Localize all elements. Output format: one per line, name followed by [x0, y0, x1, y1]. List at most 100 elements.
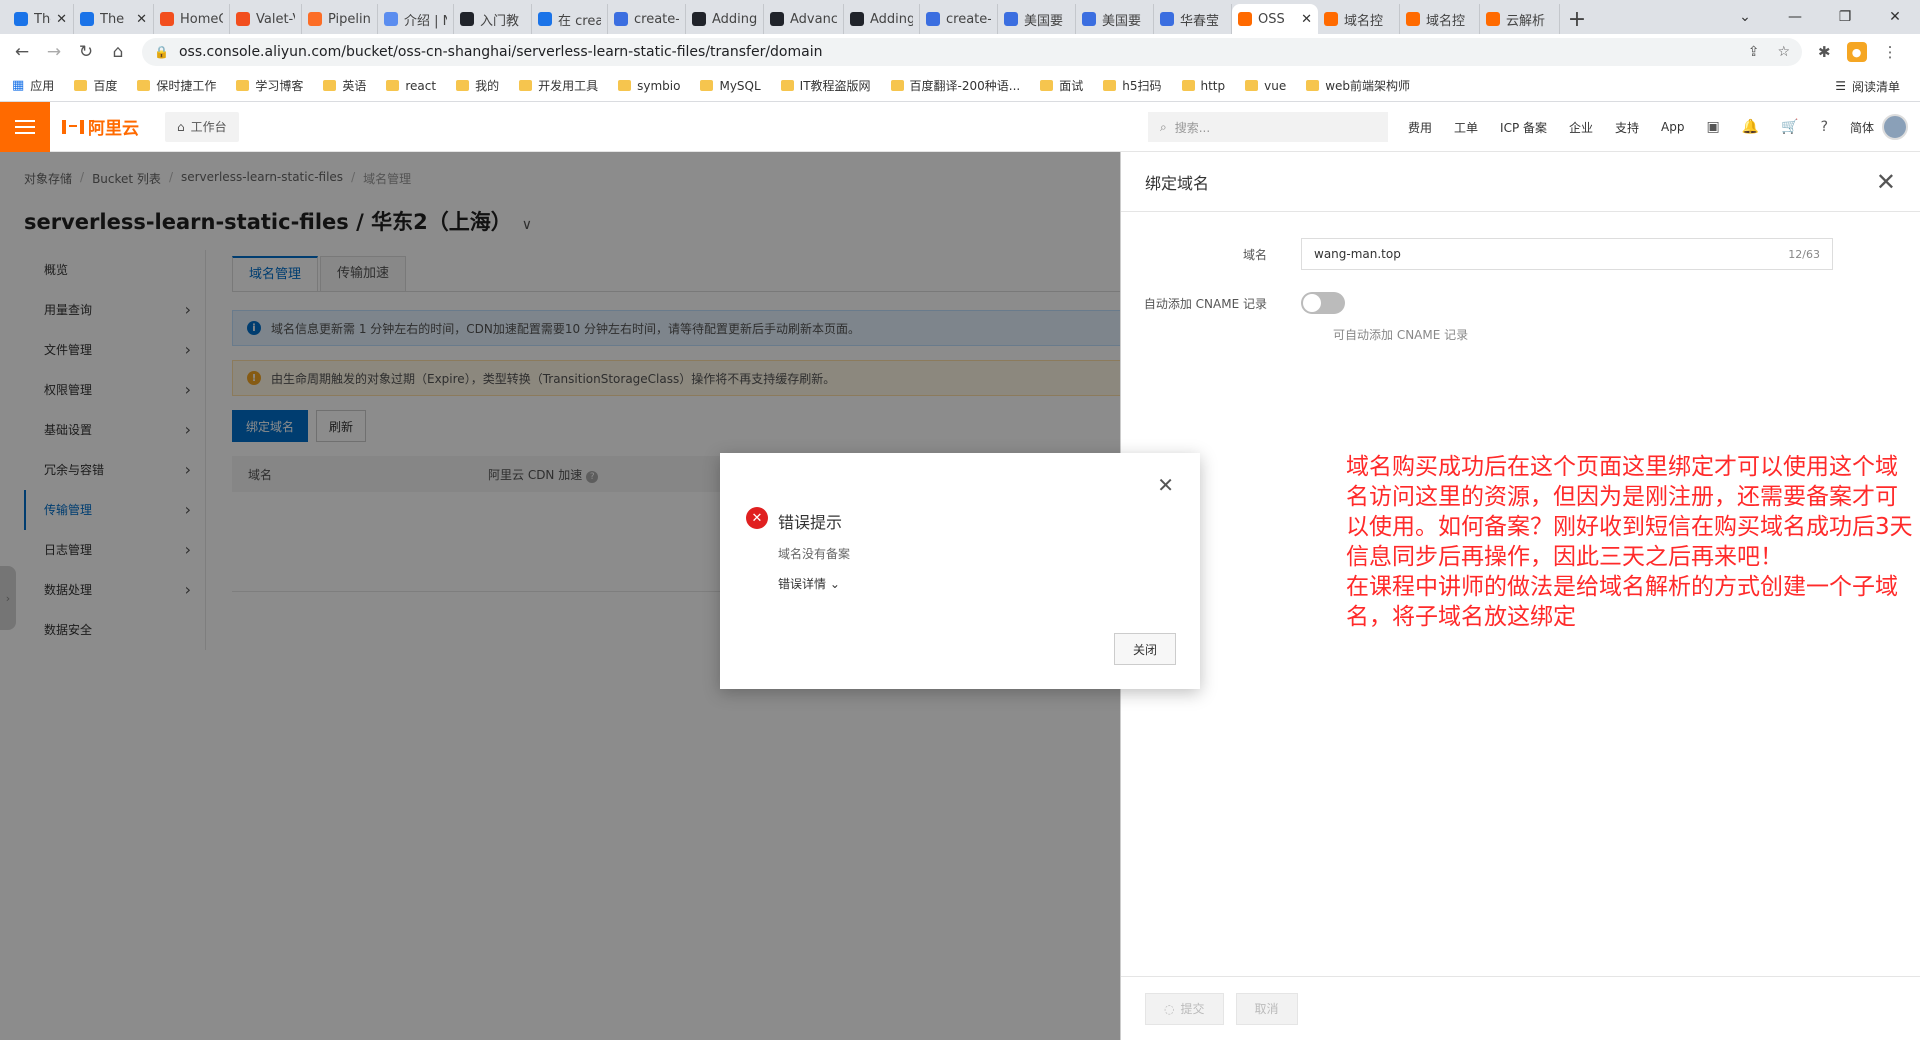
favicon-icon — [14, 12, 28, 26]
bookmark-item[interactable]: 面试 — [1040, 77, 1083, 94]
help-icon[interactable]: ? — [1821, 119, 1828, 135]
browser-tab[interactable]: 在 crea — [532, 4, 608, 34]
error-detail-toggle[interactable]: 错误详情 ⌄ — [778, 575, 840, 592]
browser-tab[interactable]: Adding — [686, 4, 764, 34]
browser-tab[interactable]: 介绍 | N — [378, 4, 454, 34]
terminal-icon[interactable]: ▣ — [1707, 119, 1720, 135]
forward-icon[interactable]: → — [38, 42, 70, 62]
browser-tab[interactable]: 美国要 — [998, 4, 1076, 34]
share-icon[interactable]: ⇪ — [1748, 44, 1760, 60]
browser-tab[interactable]: 华春莹 — [1154, 4, 1232, 34]
reading-list[interactable]: ☰ 阅读清单 — [1835, 70, 1900, 102]
console-topbar: 阿里云 ⌂ 工作台 ⌕ 搜索... 费用 工单 ICP 备案 企业 支持 App ▣… — [0, 101, 1920, 152]
bookmark-item[interactable]: http — [1181, 77, 1225, 94]
top-link-fee[interactable]: 费用 — [1408, 119, 1432, 136]
favicon-icon — [308, 12, 322, 26]
bookmark-item[interactable]: 我的 — [456, 77, 499, 94]
favicon-icon — [1406, 12, 1420, 26]
new-tab-button[interactable]: + — [1560, 4, 1594, 34]
browser-tab[interactable]: Pipelin — [302, 4, 378, 34]
close-window-button[interactable]: ✕ — [1870, 9, 1920, 25]
browser-tab[interactable]: Advanc — [764, 4, 844, 34]
user-avatar[interactable] — [1882, 114, 1908, 140]
bookmark-item[interactable]: web前端架构师 — [1306, 77, 1410, 94]
top-link-enterprise[interactable]: 企业 — [1569, 119, 1593, 136]
bookmark-item[interactable]: 百度翻译-200种语... — [890, 77, 1020, 94]
bookmark-item[interactable]: 百度 — [74, 77, 117, 94]
domain-input[interactable]: wang-man.top 12/63 — [1301, 238, 1833, 270]
language-switch[interactable]: 简体 — [1850, 119, 1874, 136]
tab-title: Adding — [712, 11, 757, 27]
bookmark-item[interactable]: react — [386, 77, 436, 94]
bookmark-apps[interactable]: ▦ 应用 — [12, 77, 54, 94]
favicon-icon — [1486, 12, 1500, 26]
console-search-input[interactable]: ⌕ 搜索... — [1148, 112, 1388, 142]
folder-icon — [323, 80, 337, 91]
minimize-button[interactable]: — — [1770, 9, 1820, 25]
aliyun-logo[interactable]: 阿里云 — [62, 114, 139, 139]
close-tab-icon[interactable]: ✕ — [136, 12, 147, 27]
browser-tab[interactable]: 美国要 — [1076, 4, 1154, 34]
tab-title: 域名控 — [1344, 13, 1384, 29]
url-text[interactable]: oss.console.aliyun.com/bucket/oss-cn-sha… — [179, 44, 1730, 60]
browser-menu-icon[interactable]: ⋮ — [1883, 43, 1898, 61]
bookmark-item[interactable]: 开发用工具 — [519, 77, 598, 94]
dialog-close-button[interactable]: 关闭 — [1113, 633, 1176, 665]
top-link-app[interactable]: App — [1661, 120, 1684, 134]
close-tab-icon[interactable]: ✕ — [1301, 12, 1312, 27]
top-link-icp[interactable]: ICP 备案 — [1500, 119, 1547, 136]
maximize-button[interactable]: ❐ — [1820, 9, 1870, 25]
top-link-support[interactable]: 支持 — [1615, 119, 1639, 136]
back-icon[interactable]: ← — [6, 42, 38, 62]
cart-icon[interactable]: 🛒 — [1781, 119, 1798, 135]
browser-tab[interactable]: Adding — [844, 4, 920, 34]
folder-icon — [1306, 80, 1320, 91]
lock-icon[interactable]: 🔒 — [154, 45, 169, 59]
close-icon[interactable]: ✕ — [1876, 168, 1896, 196]
bookmark-item[interactable]: IT教程盗版网 — [780, 77, 871, 94]
browser-tab[interactable]: OSS ✕ — [1232, 4, 1318, 34]
home-icon: ⌂ — [177, 119, 185, 134]
bookmark-item[interactable]: h5扫码 — [1103, 77, 1162, 94]
bell-icon[interactable]: 🔔 — [1742, 119, 1759, 135]
browser-tab[interactable]: 入门教 — [454, 4, 532, 34]
bookmark-item[interactable]: 英语 — [323, 77, 366, 94]
browser-tab[interactable]: create- — [608, 4, 686, 34]
bookmark-item[interactable]: 保时捷工作 — [137, 77, 216, 94]
close-icon[interactable]: ✕ — [1157, 473, 1174, 497]
reload-icon[interactable]: ↻ — [70, 42, 102, 62]
browser-tab[interactable]: Valet-V — [230, 4, 302, 34]
browser-tab[interactable]: 域名控 — [1400, 4, 1480, 34]
browser-tab[interactable]: The ✕ — [8, 4, 74, 34]
cname-toggle[interactable] — [1301, 292, 1345, 314]
cancel-button[interactable]: 取消 — [1235, 992, 1298, 1025]
favicon-icon — [80, 12, 94, 26]
bookmark-item[interactable]: 学习博客 — [236, 77, 303, 94]
bookmark-star-icon[interactable]: ☆ — [1777, 44, 1790, 60]
tab-title: Advanc — [790, 11, 837, 27]
hamburger-menu-icon[interactable] — [0, 101, 50, 152]
browser-tab[interactable]: 域名控 — [1318, 4, 1400, 34]
bookmark-item[interactable]: MySQL — [700, 77, 761, 94]
bookmark-item[interactable]: symbio — [618, 77, 680, 94]
reading-list-icon: ☰ — [1835, 79, 1846, 93]
omnibox[interactable]: 🔒 oss.console.aliyun.com/bucket/oss-cn-s… — [142, 38, 1802, 66]
extensions-icon[interactable]: ✱ — [1818, 43, 1831, 61]
browser-tab[interactable]: create- — [920, 4, 998, 34]
tab-title: Valet-V — [256, 11, 295, 27]
top-link-ticket[interactable]: 工单 — [1454, 119, 1478, 136]
browser-tab[interactable]: HomeC — [154, 4, 230, 34]
submit-button[interactable]: ◌ 提交 — [1145, 992, 1224, 1025]
browser-tab[interactable]: 云解析 — [1480, 4, 1560, 34]
annotation-line: 域名购买成功后在这个页面这里绑定才可以使用这个域名访问这里的资源，但因为是刚注册… — [1346, 454, 1913, 570]
bookmark-item[interactable]: vue — [1245, 77, 1286, 94]
browser-tab[interactable]: The ✕ — [74, 4, 154, 34]
home-icon[interactable]: ⌂ — [102, 42, 134, 62]
close-tab-icon[interactable]: ✕ — [56, 12, 67, 27]
profile-avatar[interactable]: ● — [1846, 42, 1867, 62]
tab-search-icon[interactable]: ⌄ — [1720, 9, 1770, 25]
workbench-button[interactable]: ⌂ 工作台 — [165, 111, 239, 142]
favicon-icon — [236, 12, 250, 26]
tab-title: 介绍 | N — [404, 13, 447, 29]
window-controls: ⌄ — ❐ ✕ — [1720, 0, 1920, 34]
